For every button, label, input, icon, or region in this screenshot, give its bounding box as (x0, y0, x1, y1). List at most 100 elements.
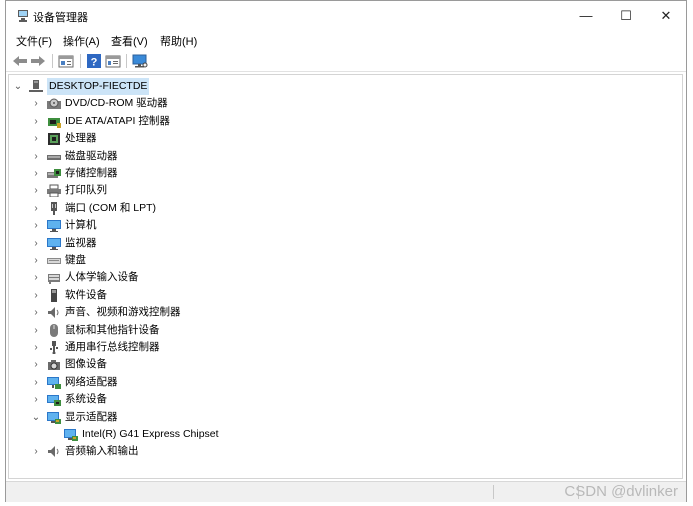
tree-category-row[interactable]: › 软件设备 (9, 287, 409, 304)
tree-category-label: 图像设备 (65, 358, 107, 371)
tree-root-row[interactable]: ⌄ DESKTOP-FIECTDE (9, 78, 209, 95)
tree-category-row[interactable]: › IDE ATA/ATAPI 控制器 (9, 113, 409, 130)
printer-icon (47, 184, 61, 198)
menu-action[interactable]: 操作(A) (63, 33, 100, 49)
tree-category-row[interactable]: › 处理器 (9, 130, 409, 147)
watermark: CSDN @dvlinker (564, 483, 678, 500)
menu-bar: 文件(F) 操作(A) 查看(V) 帮助(H) (6, 31, 686, 49)
tree-category-row[interactable]: › 网络适配器 (9, 374, 409, 391)
chevron-down-icon[interactable]: ⌄ (13, 78, 23, 95)
forward-arrow-icon[interactable] (30, 53, 46, 69)
tree-category-row[interactable]: › 计算机 (9, 217, 409, 234)
computer-tree-icon (29, 80, 43, 93)
tree-category-row[interactable]: › 声音、视频和游戏控制器 (9, 304, 409, 321)
device-manager-app-icon (16, 9, 30, 23)
chevron-right-icon[interactable]: › (31, 235, 41, 252)
chevron-right-icon[interactable]: › (31, 322, 41, 339)
close-button[interactable]: ✕ (646, 1, 686, 31)
network-icon (47, 376, 61, 389)
device-manager-window: 设备管理器 — ☐ ✕ 文件(F) 操作(A) 查看(V) 帮助(H) ? ⌄ … (5, 0, 687, 502)
tree-category-row[interactable]: › 打印队列 (9, 182, 409, 199)
tree-category-label: 计算机 (65, 219, 97, 232)
tree-category-label: 处理器 (65, 132, 97, 145)
chevron-right-icon[interactable]: › (31, 339, 41, 356)
chevron-right-icon[interactable]: › (31, 130, 41, 147)
chevron-right-icon[interactable]: › (31, 443, 41, 460)
chevron-right-icon[interactable]: › (31, 391, 41, 408)
tree-category-label: 通用串行总线控制器 (65, 341, 160, 353)
status-bar-divider (493, 485, 494, 499)
tree-category-row[interactable]: ⌄ 显示适配器 (9, 409, 409, 426)
help-icon[interactable]: ? (86, 53, 102, 69)
svg-text:?: ? (91, 57, 98, 69)
toolbar-separator (80, 54, 81, 68)
chevron-right-icon[interactable]: › (31, 165, 41, 182)
tree-category-label: IDE ATA/ATAPI 控制器 (65, 114, 170, 127)
tree-category-row[interactable]: › 磁盘驱动器 (9, 148, 409, 165)
port-icon (47, 201, 61, 215)
display-adapter-icon (64, 428, 78, 441)
tree-category-label: 人体学输入设备 (65, 271, 139, 284)
dvd-drive-icon (47, 97, 61, 110)
ide-controller-icon (47, 115, 61, 128)
tree-category-row[interactable]: › DVD/CD-ROM 驱动器 (9, 95, 409, 112)
tree-category-row[interactable]: › 存储控制器 (9, 165, 409, 182)
chevron-right-icon[interactable]: › (31, 200, 41, 217)
tree-category-row[interactable]: › 端口 (COM 和 LPT) (9, 200, 409, 217)
usb-icon (47, 341, 61, 355)
tree-category-label: 监视器 (65, 236, 97, 249)
tree-category-label: 网络适配器 (65, 375, 118, 388)
chevron-right-icon[interactable]: › (31, 287, 41, 304)
menu-help[interactable]: 帮助(H) (160, 33, 197, 49)
storage-controller-icon (47, 167, 61, 180)
tree-device-label: Intel(R) G41 Express Chipset (82, 428, 219, 440)
chevron-right-icon[interactable]: › (31, 182, 41, 199)
tree-category-row[interactable]: › 监视器 (9, 235, 409, 252)
status-bar: CSDN @dvlinker (6, 481, 686, 502)
tree-category-label: 声音、视频和游戏控制器 (65, 306, 181, 319)
tree-category-row[interactable]: › 图像设备 (9, 356, 409, 373)
tree-category-row[interactable]: › 通用串行总线控制器 (9, 339, 409, 356)
chevron-right-icon[interactable]: › (31, 148, 41, 165)
chevron-right-icon[interactable]: › (31, 113, 41, 130)
chevron-right-icon[interactable]: › (31, 356, 41, 373)
back-arrow-icon[interactable] (12, 53, 28, 69)
tree-category-row[interactable]: › 键盘 (9, 252, 409, 269)
chevron-right-icon[interactable]: › (31, 374, 41, 391)
view-details-icon[interactable] (105, 53, 121, 69)
menu-view[interactable]: 查看(V) (111, 33, 148, 49)
processor-icon (47, 132, 61, 146)
window-title: 设备管理器 (33, 12, 88, 24)
computer-icon (47, 219, 61, 233)
tree-category-row[interactable]: › 鼠标和其他指针设备 (9, 322, 409, 339)
scan-hardware-icon[interactable] (132, 53, 148, 69)
tree-category-row[interactable]: › 系统设备 (9, 391, 409, 408)
menu-file[interactable]: 文件(F) (16, 33, 52, 49)
monitor-icon (47, 237, 61, 250)
maximize-button[interactable]: ☐ (606, 1, 646, 31)
tree-category-row[interactable]: › 音频输入和输出 (9, 443, 409, 460)
device-tree[interactable]: ⌄ DESKTOP-FIECTDE › DVD/CD-ROM 驱动器 › IDE AT… (8, 74, 683, 479)
chevron-right-icon[interactable]: › (31, 252, 41, 269)
tree-device-row[interactable]: Intel(R) G41 Express Chipset (9, 426, 409, 443)
chevron-right-icon[interactable]: › (31, 269, 41, 286)
tree-category-label: 端口 (COM 和 LPT) (65, 201, 156, 214)
tree-category-label: 软件设备 (65, 288, 107, 301)
properties-panel-icon[interactable] (58, 53, 74, 69)
title-bar[interactable]: 设备管理器 — ☐ ✕ (6, 1, 686, 31)
tree-category-label: 显示适配器 (65, 410, 118, 423)
minimize-button[interactable]: — (566, 1, 606, 31)
tree-category-row[interactable]: › 人体学输入设备 (9, 269, 409, 286)
software-device-icon (47, 288, 61, 302)
display-adapter-icon (47, 411, 61, 424)
chevron-down-icon[interactable]: ⌄ (31, 409, 41, 426)
tree-root-label: DESKTOP-FIECTDE (47, 78, 150, 95)
chevron-right-icon[interactable]: › (31, 217, 41, 234)
chevron-right-icon[interactable]: › (31, 95, 41, 112)
audio-io-icon (47, 445, 61, 458)
toolbar-separator (126, 54, 127, 68)
tree-category-label: 打印队列 (65, 184, 107, 197)
toolbar: ? (6, 51, 686, 72)
tree-category-label: 鼠标和其他指针设备 (65, 323, 160, 336)
chevron-right-icon[interactable]: › (31, 304, 41, 321)
